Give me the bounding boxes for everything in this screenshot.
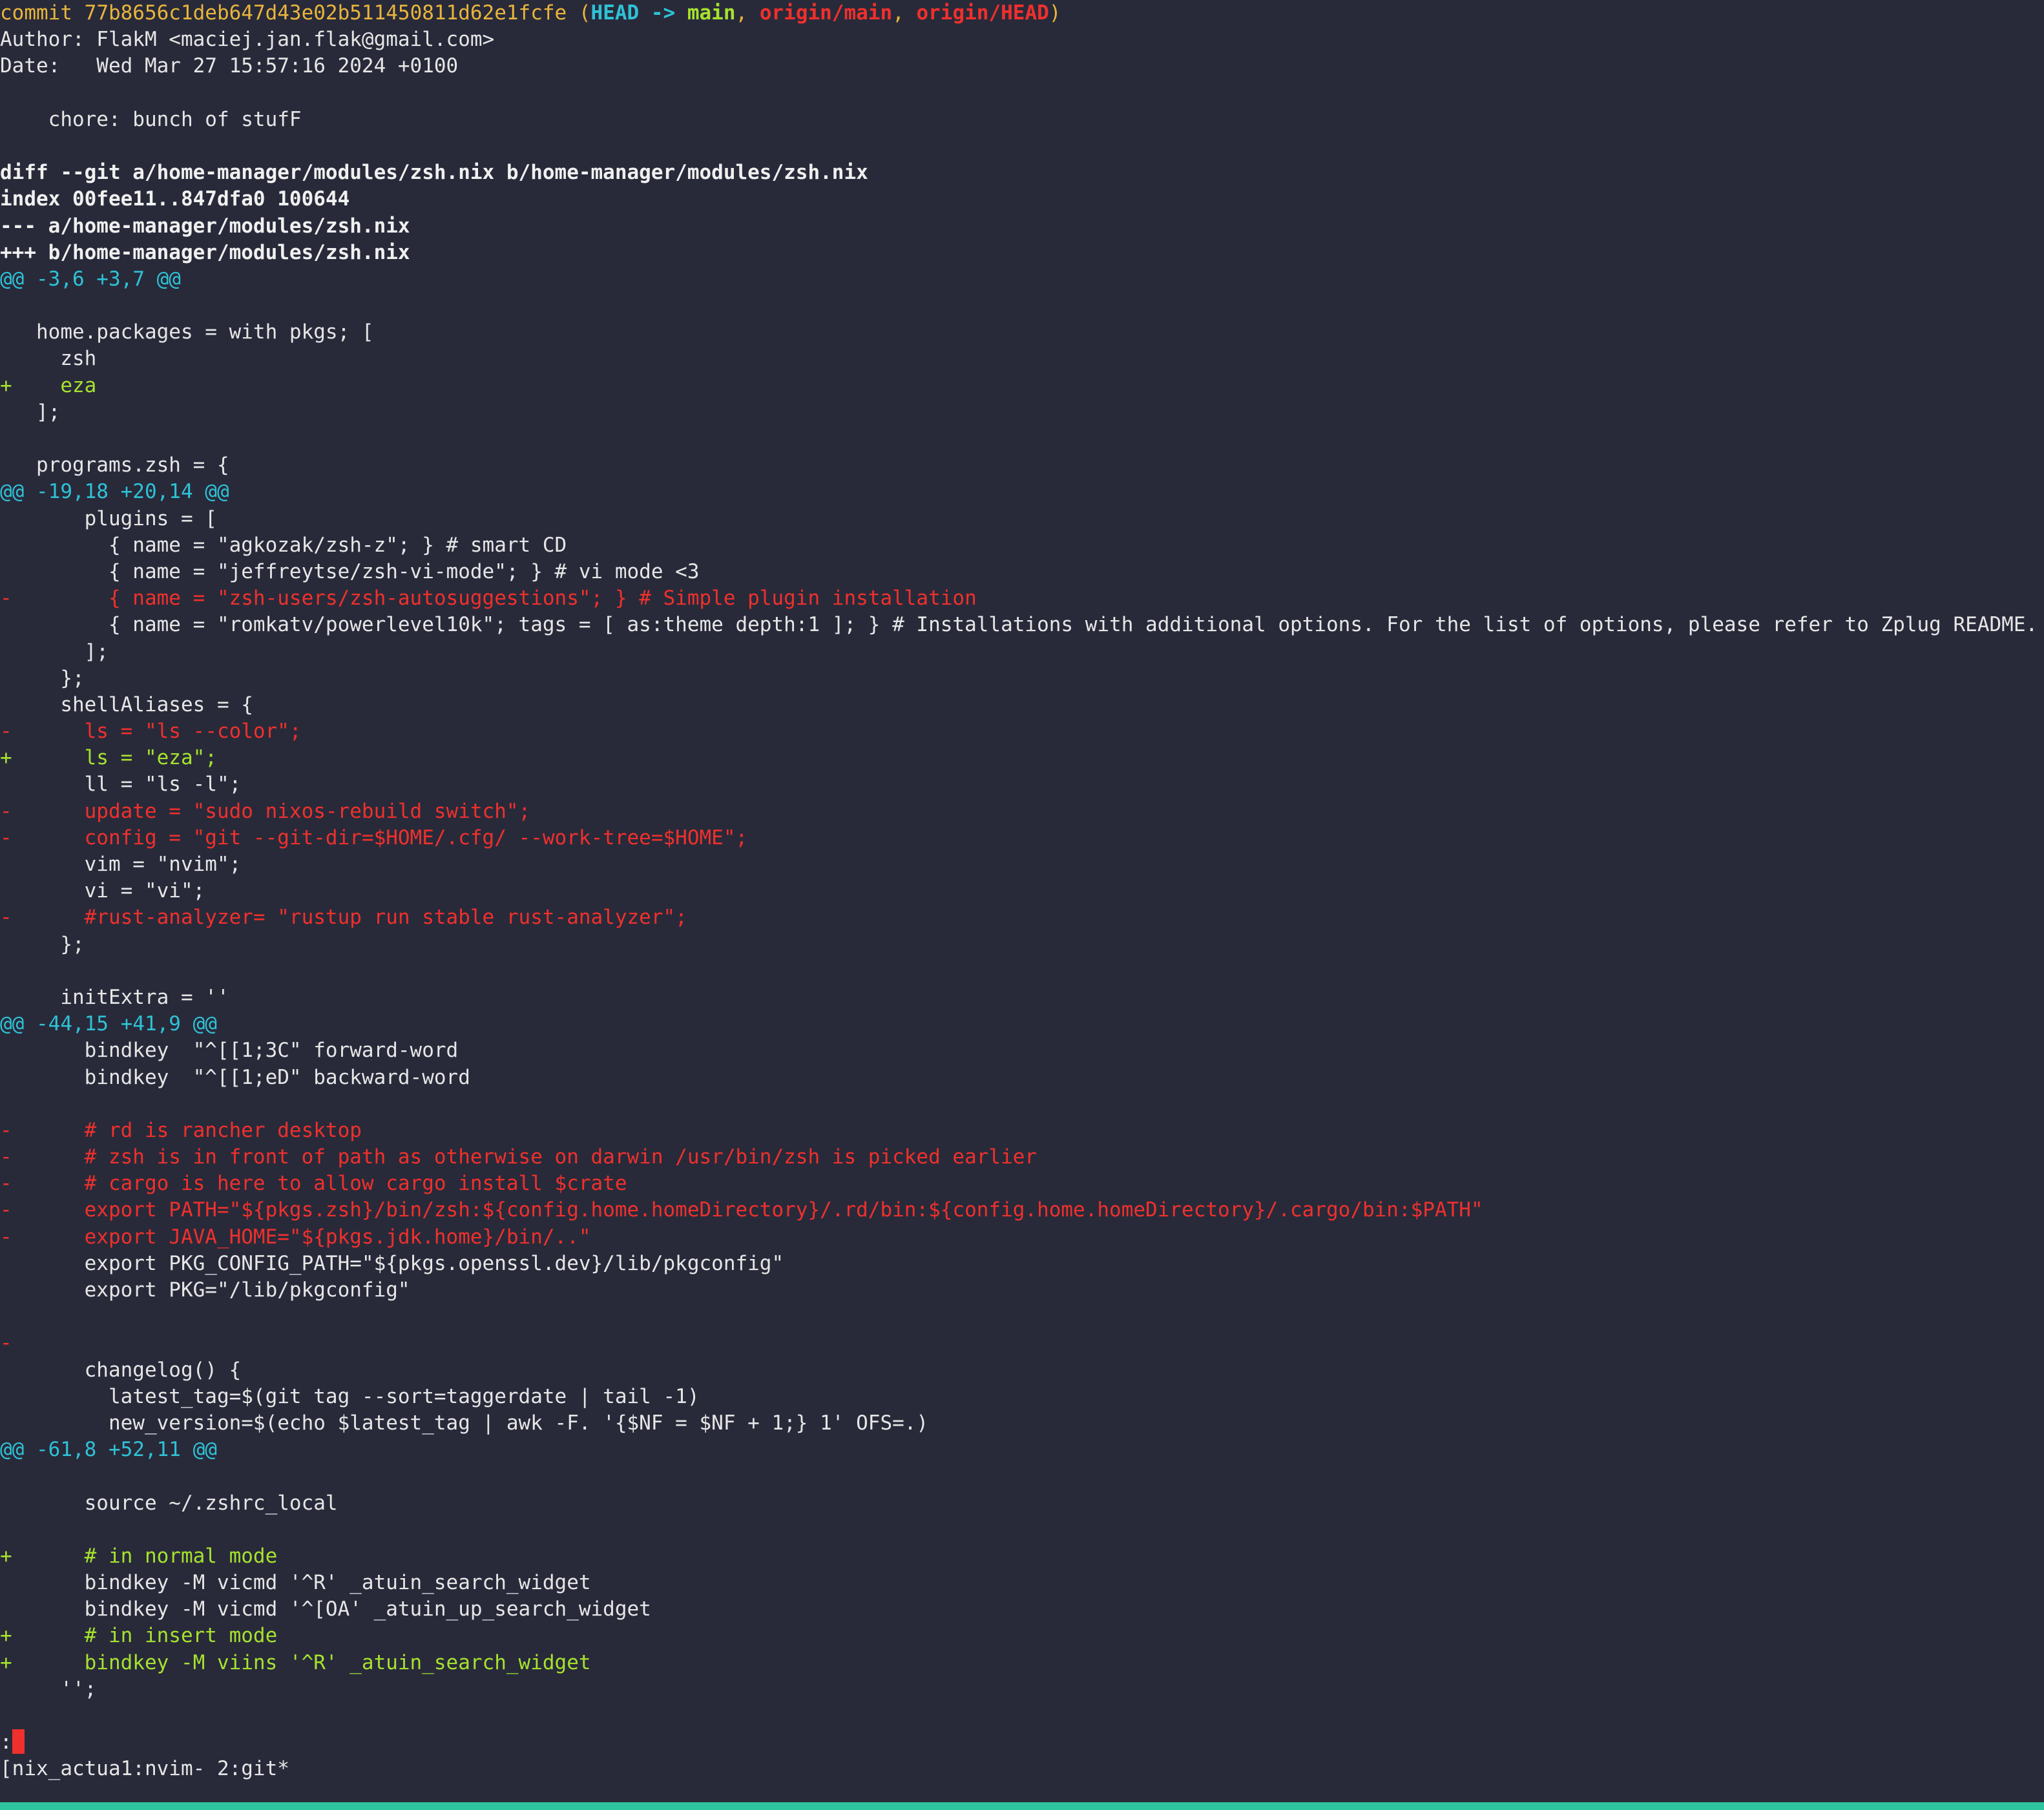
origin-head-ref: origin/HEAD xyxy=(916,1,1049,25)
context-line: ]; xyxy=(0,400,61,424)
context-line: export PKG="/lib/pkgconfig" xyxy=(0,1278,410,1302)
pager-prompt-line[interactable]: : xyxy=(0,1729,2044,1756)
context-line: plugins = [ xyxy=(0,506,217,530)
context-line xyxy=(0,1304,2044,1330)
hunk-header-line: @@ -3,6 +3,7 @@ xyxy=(0,267,181,291)
removed-line: - export JAVA_HOME="${pkgs.jdk.home}/bin… xyxy=(0,1225,591,1249)
context-line: home.packages = with pkgs; [ xyxy=(0,320,374,344)
added-line: + eza xyxy=(0,373,97,397)
diff-meta-line: index 00fee11..847dfa0 100644 xyxy=(0,187,350,211)
context-line: { name = "jeffreytse/zsh-vi-mode"; } # v… xyxy=(0,559,700,583)
context-line xyxy=(0,426,2044,452)
context-line: bindkey -M vicmd '^[OA' _atuin_up_search… xyxy=(0,1597,651,1621)
added-line: + # in normal mode xyxy=(0,1544,278,1568)
added-line: + ls = "eza"; xyxy=(0,746,217,770)
context-line: new_version=$(echo $latest_tag | awk -F.… xyxy=(0,1411,929,1435)
context-line: vi = "vi"; xyxy=(0,879,205,903)
tmux-status-text: [nix_actua1:nvim- 2:git* xyxy=(0,1757,289,1781)
context-line: ll = "ls -l"; xyxy=(0,773,242,796)
context-line: }; xyxy=(0,932,85,956)
removed-line: - export PATH="${pkgs.zsh}/bin/zsh:${con… xyxy=(0,1198,1483,1222)
removed-line: - ls = "ls --color"; xyxy=(0,720,302,744)
removed-line: - # cargo is here to allow cargo install… xyxy=(0,1172,627,1196)
context-line: chore: bunch of stufF xyxy=(0,107,302,131)
diff-meta-line: +++ b/home-manager/modules/zsh.nix xyxy=(0,240,410,264)
removed-line: - # rd is rancher desktop xyxy=(0,1118,362,1142)
terminal-window[interactable]: commit 77b8656c1deb647d43e02b511450811d6… xyxy=(0,0,2044,1802)
context-line: export PKG_CONFIG_PATH="${pkgs.openssl.d… xyxy=(0,1251,784,1275)
commit-prefix: commit xyxy=(0,1,85,25)
context-line xyxy=(0,1703,2044,1729)
context-line: bindkey "^[[1;3C" forward-word xyxy=(0,1039,459,1063)
branch-ref: main xyxy=(687,1,736,25)
context-line: ''; xyxy=(0,1677,97,1701)
context-line xyxy=(0,80,2044,107)
diff-meta-line: diff --git a/home-manager/modules/zsh.ni… xyxy=(0,161,868,185)
ref-separator: , xyxy=(735,1,760,25)
context-line xyxy=(0,1517,2044,1543)
context-line: bindkey "^[[1;eD" backward-word xyxy=(0,1065,470,1089)
context-line: { name = "agkozak/zsh-z"; } # smart CD xyxy=(0,533,567,557)
origin-main-ref: origin/main xyxy=(759,1,893,25)
hunk-header-line: @@ -19,18 +20,14 @@ xyxy=(0,480,229,504)
cursor-block xyxy=(12,1729,25,1754)
context-line: }; xyxy=(0,666,85,690)
context-line: zsh xyxy=(0,347,97,371)
ref-close-paren: ) xyxy=(1048,1,1061,25)
context-line: Author: FlakM <maciej.jan.flak@gmail.com… xyxy=(0,28,495,52)
context-line: initExtra = '' xyxy=(0,985,229,1009)
status-bar-underline xyxy=(0,1802,2044,1810)
context-line: shellAliases = { xyxy=(0,692,253,716)
context-line: Date: Wed Mar 27 15:57:16 2024 +0100 xyxy=(0,54,459,78)
head-ref: HEAD -> xyxy=(590,1,687,25)
context-line: changelog() { xyxy=(0,1358,242,1382)
context-line: bindkey -M vicmd '^R' _atuin_search_widg… xyxy=(0,1571,591,1595)
ref-separator: , xyxy=(892,1,917,25)
removed-line: - config = "git --git-dir=$HOME/.cfg/ --… xyxy=(0,826,748,849)
commit-line: commit 77b8656c1deb647d43e02b511450811d6… xyxy=(0,0,2044,26)
added-line: + bindkey -M viins '^R' _atuin_search_wi… xyxy=(0,1650,591,1674)
context-line xyxy=(0,1091,2044,1118)
context-line: ]; xyxy=(0,640,109,663)
hunk-header-line: @@ -44,15 +41,9 @@ xyxy=(0,1012,217,1036)
context-line: vim = "nvim"; xyxy=(0,853,242,876)
ref-open-paren: ( xyxy=(567,1,591,25)
context-line xyxy=(0,1463,2044,1490)
context-line xyxy=(0,133,2044,160)
context-line: source ~/.zshrc_local xyxy=(0,1491,338,1515)
context-line: latest_tag=$(git tag --sort=taggerdate |… xyxy=(0,1384,700,1408)
context-line xyxy=(0,958,2044,984)
added-line: + # in insert mode xyxy=(0,1624,278,1648)
commit-hash: 77b8656c1deb647d43e02b511450811d62e1fcfe xyxy=(84,1,567,25)
removed-line: - # zsh is in front of path as otherwise… xyxy=(0,1145,1038,1169)
context-line: programs.zsh = { xyxy=(0,453,229,477)
removed-line: - xyxy=(0,1331,12,1355)
removed-line: - { name = "zsh-users/zsh-autosuggestion… xyxy=(0,587,977,610)
removed-line: - update = "sudo nixos-rebuild switch"; xyxy=(0,799,531,823)
removed-line: - #rust-analyzer= "rustup run stable rus… xyxy=(0,906,687,930)
context-line xyxy=(0,293,2044,319)
diff-output: Author: FlakM <maciej.jan.flak@gmail.com… xyxy=(0,26,2044,1729)
context-line: { name = "romkatv/powerlevel10k"; tags =… xyxy=(0,613,2038,637)
pager-prompt: : xyxy=(0,1731,12,1754)
tmux-status-line: [nix_actua1:nvim- 2:git* xyxy=(0,1756,2044,1782)
diff-meta-line: --- a/home-manager/modules/zsh.nix xyxy=(0,214,410,238)
hunk-header-line: @@ -61,8 +52,11 @@ xyxy=(0,1438,217,1462)
